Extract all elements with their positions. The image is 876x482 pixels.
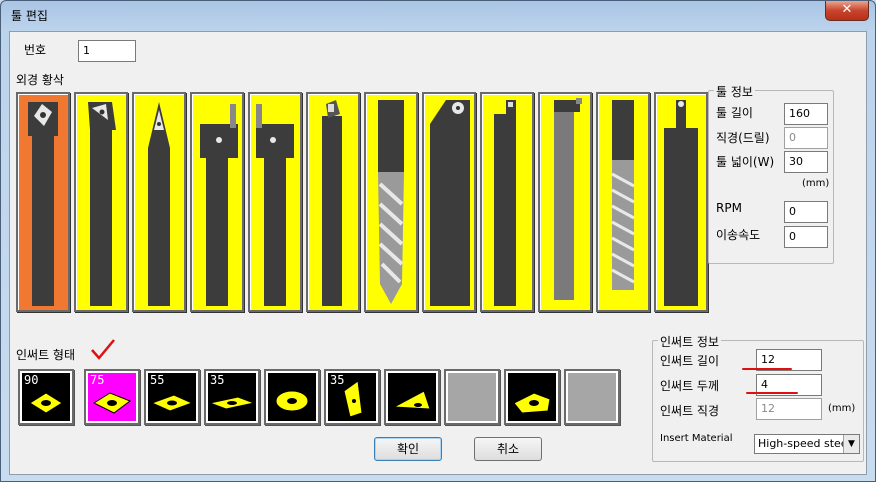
close-button[interactable]: ✕ [825, 1, 869, 21]
ok-button[interactable]: 확인 [374, 437, 442, 461]
tool-unit-label: (mm) [802, 178, 830, 189]
tool-10[interactable] [538, 92, 592, 312]
tool-section-label: 외경 황삭 [16, 73, 64, 87]
tool-edit-window: 툴 편집 ✕ 번호 1 외경 황삭 툴 정보 툴 길이 160 직경(드릴) 0… [0, 0, 876, 482]
tool-diameter-label: 직경(드릴) [716, 131, 770, 145]
tool-width-label: 툴 넓이(W) [716, 155, 775, 169]
feed-input[interactable]: 0 [784, 226, 828, 248]
tool-6[interactable] [306, 92, 360, 312]
window-title: 툴 편집 [11, 9, 48, 23]
number-input[interactable]: 1 [78, 40, 136, 62]
tool-1[interactable] [16, 92, 70, 312]
tool-diameter-input[interactable]: 0 [784, 127, 828, 149]
insert-material-select[interactable]: High-speed steel ▼ [754, 434, 860, 454]
dialog-body: 번호 1 외경 황삭 툴 정보 툴 길이 160 직경(드릴) 0 툴 넓이(W… [9, 31, 867, 475]
tool-4[interactable] [190, 92, 244, 312]
number-label: 번호 [24, 43, 47, 57]
tool-9[interactable] [480, 92, 534, 312]
insert-55[interactable]: 55 [144, 369, 200, 425]
insert-thickness-label: 인써트 두께 [660, 379, 720, 393]
cancel-button[interactable]: 취소 [474, 437, 542, 461]
tool-5[interactable] [248, 92, 302, 312]
insert-75[interactable]: 75 [84, 369, 140, 425]
insert-length-label: 인써트 길이 [660, 354, 720, 368]
tool-11[interactable] [596, 92, 650, 312]
tool-8[interactable] [422, 92, 476, 312]
feed-label: 이송속도 [716, 228, 761, 242]
insert-empty-1[interactable] [444, 369, 500, 425]
insert-material-value: High-speed steel [758, 437, 851, 450]
tool-2[interactable] [74, 92, 128, 312]
insert-empty-2[interactable] [564, 369, 620, 425]
tool-length-input[interactable]: 160 [784, 103, 828, 125]
chevron-down-icon[interactable]: ▼ [843, 435, 859, 453]
insert-35[interactable]: 35 [204, 369, 260, 425]
insert-triangle[interactable] [384, 369, 440, 425]
tool-12[interactable] [654, 92, 708, 312]
insert-round[interactable] [264, 369, 320, 425]
title-bar[interactable]: 툴 편집 ✕ [1, 1, 875, 29]
insert-material-label: Insert Material [660, 433, 733, 444]
tool-7[interactable] [364, 92, 418, 312]
insert-unit-label: (mm) [828, 403, 856, 414]
insert-trigon[interactable] [504, 369, 560, 425]
insert-90[interactable]: 90 [18, 369, 74, 425]
insert-diameter-label: 인써트 직경 [660, 404, 720, 418]
rpm-label: RPM [716, 201, 742, 215]
annotation-underline-2 [746, 392, 798, 394]
insert-info-title: 인써트 정보 [658, 333, 722, 350]
insert-diameter-input[interactable]: 12 [756, 398, 822, 420]
rpm-input[interactable]: 0 [784, 201, 828, 223]
tool-3[interactable] [132, 92, 186, 312]
insert-35-vertical[interactable]: 35 [324, 369, 380, 425]
checkmark-icon [91, 339, 115, 360]
tool-width-input[interactable]: 30 [784, 151, 828, 173]
tool-info-title: 툴 정보 [714, 83, 755, 100]
annotation-underline-1 [742, 368, 792, 370]
tool-length-label: 툴 길이 [716, 106, 753, 120]
insert-section-label: 인써트 형태 [16, 348, 76, 362]
